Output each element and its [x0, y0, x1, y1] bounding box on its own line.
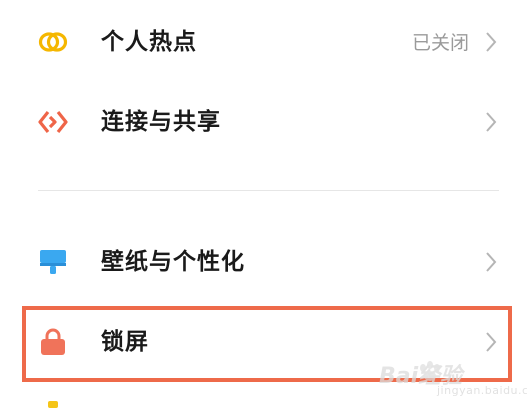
chevron-right-icon [486, 332, 497, 352]
hotspot-icon [38, 32, 68, 52]
chevron-right-icon [486, 32, 497, 52]
settings-item-label: 锁屏 [101, 329, 149, 355]
wallpaper-icon [40, 250, 66, 274]
settings-item-wallpaper[interactable]: 壁纸与个性化 [0, 222, 527, 302]
settings-item-label: 个人热点 [101, 29, 197, 55]
settings-item-connection-share[interactable]: 连接与共享 [0, 82, 527, 162]
partial-icon [48, 401, 58, 408]
watermark-domain: jingyan.baidu.com [437, 384, 527, 397]
section-divider [38, 190, 499, 191]
lock-icon [41, 328, 65, 355]
watermark-logo: Bai经验 jingyan.baidu.com [379, 354, 527, 402]
status-text: 已关闭 [411, 32, 469, 54]
connection-share-icon [38, 111, 68, 133]
settings-item-label: 连接与共享 [101, 109, 221, 135]
chevron-right-icon [486, 252, 497, 272]
settings-item-label: 壁纸与个性化 [101, 249, 245, 275]
settings-item-hotspot[interactable]: 个人热点 已关闭 [0, 2, 527, 82]
settings-screen: 个人热点 已关闭 连接与共享 壁纸与个性化 锁屏 Bai经验 jingyan.b… [0, 0, 527, 408]
chevron-right-icon [486, 112, 497, 132]
